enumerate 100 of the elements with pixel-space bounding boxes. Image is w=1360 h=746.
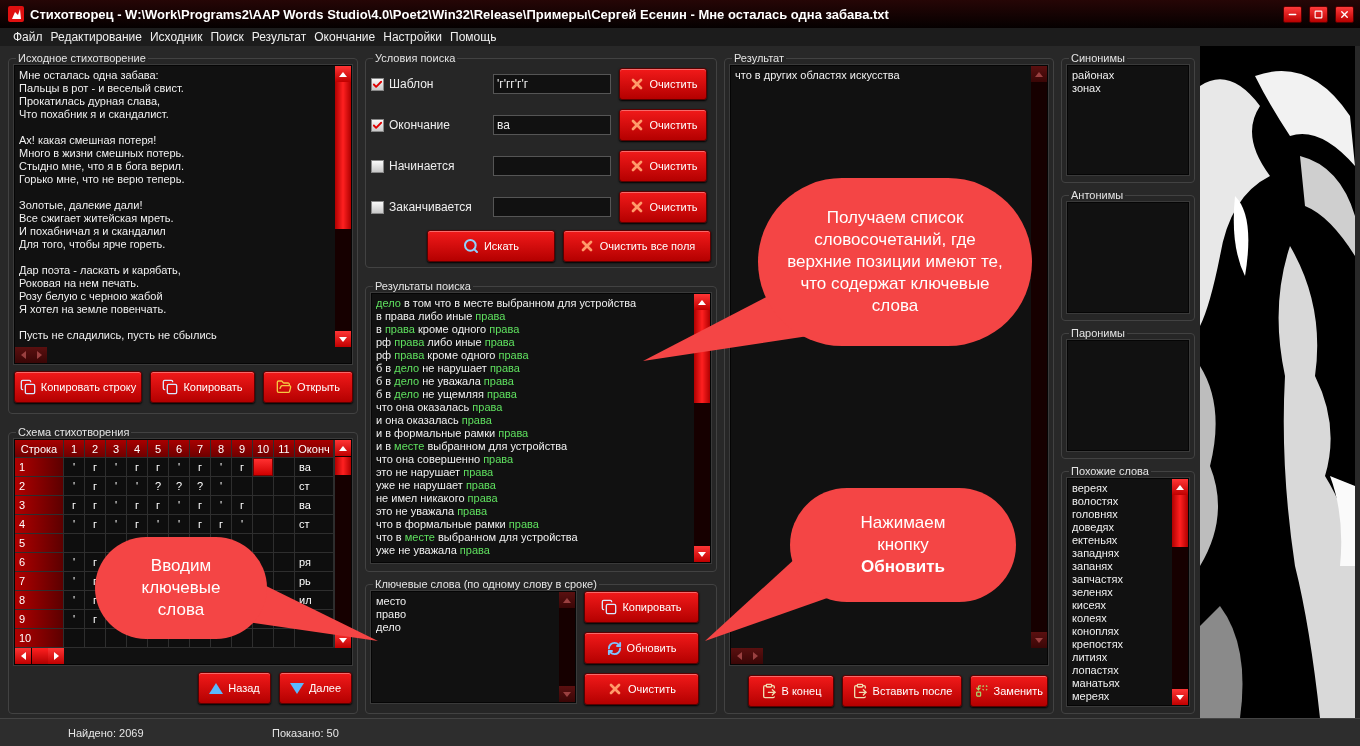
table-cell[interactable] [274, 477, 294, 495]
checkbox[interactable] [371, 200, 384, 214]
table-cell[interactable] [274, 553, 294, 571]
next-button[interactable]: Далее [279, 672, 352, 704]
table-cell[interactable]: ' [127, 477, 147, 495]
scroll-down-button[interactable] [559, 686, 575, 702]
result-line[interactable]: в права либо иные права [376, 310, 506, 323]
word-item[interactable]: зонах [1072, 82, 1101, 95]
replace-button[interactable]: Заменить [970, 675, 1048, 707]
table-cell[interactable]: ва [295, 458, 333, 476]
text-field[interactable] [493, 156, 611, 176]
maximize-button[interactable] [1309, 5, 1328, 23]
checkbox[interactable] [371, 159, 384, 173]
table-cell[interactable]: ' [64, 458, 84, 476]
table-cell[interactable]: ' [106, 515, 126, 533]
row-header[interactable]: 2 [15, 477, 63, 495]
table-cell[interactable]: г [85, 477, 105, 495]
table-cell[interactable]: г [85, 458, 105, 476]
scroll-up-button[interactable] [694, 294, 710, 310]
row-header[interactable]: 9 [15, 610, 63, 628]
table-cell[interactable] [64, 629, 84, 647]
menu-item[interactable]: Файл [9, 30, 47, 44]
minimize-button[interactable] [1283, 5, 1302, 23]
table-cell[interactable]: г [190, 515, 210, 533]
table-cell[interactable] [253, 534, 273, 552]
scroll-thumb[interactable] [32, 648, 48, 664]
refresh-button[interactable]: Обновить [584, 632, 699, 664]
scroll-left-button[interactable] [15, 648, 31, 664]
scroll-down-button[interactable] [1031, 632, 1047, 648]
result-line[interactable]: и она оказалась права [376, 414, 492, 427]
scroll-up-button[interactable] [335, 440, 351, 456]
result-line[interactable]: и в месте выбранном для устройства [376, 440, 568, 453]
table-cell[interactable]: ' [64, 610, 84, 628]
row-header[interactable]: 3 [15, 496, 63, 514]
word-item[interactable]: лопастях [1072, 664, 1119, 677]
checkbox[interactable] [371, 118, 384, 132]
table-cell[interactable]: ' [64, 553, 84, 571]
scroll-down-button[interactable] [694, 546, 710, 562]
scroll-up-button[interactable] [1031, 66, 1047, 82]
scroll-down-button[interactable] [335, 331, 351, 347]
table-cell[interactable]: ' [106, 477, 126, 495]
table-cell[interactable]: ' [211, 477, 231, 495]
scroll-thumb[interactable] [335, 457, 351, 475]
result-line[interactable]: уже не нарушает права [376, 479, 496, 492]
scrollbar[interactable] [15, 347, 47, 363]
result-line[interactable]: не имел никакого права [376, 492, 498, 505]
table-cell[interactable]: ст [295, 515, 333, 533]
clear-button[interactable]: Очистить [619, 150, 707, 182]
table-cell[interactable]: ' [106, 458, 126, 476]
column-header[interactable]: Строка [15, 440, 63, 457]
table-cell[interactable]: ст [295, 477, 333, 495]
table-cell[interactable]: г [148, 458, 168, 476]
search-button[interactable]: Искать [427, 230, 555, 262]
table-cell[interactable]: г [148, 496, 168, 514]
table-cell[interactable]: ва [295, 496, 333, 514]
scroll-thumb[interactable] [1172, 495, 1188, 547]
column-header[interactable]: 7 [190, 440, 210, 457]
word-item[interactable]: мереях [1072, 690, 1110, 703]
menu-item[interactable]: Исходник [145, 30, 207, 44]
word-item[interactable]: колеях [1072, 612, 1107, 625]
result-line[interactable]: б в дело не ущемляя права [376, 388, 517, 401]
clear-button[interactable]: Очистить [619, 68, 707, 100]
word-item[interactable]: запанях [1072, 560, 1113, 573]
result-line[interactable]: это не уважала права [376, 505, 488, 518]
column-header[interactable]: 8 [211, 440, 231, 457]
scrollbar[interactable] [335, 66, 351, 347]
result-line[interactable]: что в месте выбранном для устройства [376, 531, 578, 544]
result-line[interactable]: рф права кроме одного права [376, 349, 529, 362]
table-cell[interactable] [274, 534, 294, 552]
table-cell[interactable]: ? [190, 477, 210, 495]
copy-button[interactable]: Копировать [150, 371, 255, 403]
word-item[interactable]: зеленях [1072, 586, 1113, 599]
table-cell[interactable]: г [127, 496, 147, 514]
word-item[interactable]: запчастях [1072, 573, 1123, 586]
text-field[interactable]: ва [493, 115, 611, 135]
column-header[interactable]: 6 [169, 440, 189, 457]
table-cell[interactable]: г [190, 458, 210, 476]
table-cell[interactable] [274, 458, 294, 476]
table-cell[interactable] [85, 534, 105, 552]
scroll-left-button[interactable] [731, 648, 747, 664]
poem-text-area[interactable] [14, 65, 352, 364]
clear-all-button[interactable]: Очистить все поля [563, 230, 711, 262]
column-header[interactable]: 4 [127, 440, 147, 457]
table-cell[interactable]: ' [148, 515, 168, 533]
copy-button[interactable]: Копировать [584, 591, 699, 623]
scroll-right-button[interactable] [48, 648, 64, 664]
menu-item[interactable]: Окончание [310, 30, 380, 44]
table-cell[interactable] [274, 515, 294, 533]
table-cell[interactable]: ' [169, 515, 189, 533]
result-line[interactable]: это не нарушает права [376, 466, 494, 479]
table-cell[interactable]: ' [64, 572, 84, 590]
clear-button[interactable]: Очистить [584, 673, 699, 705]
row-header[interactable]: 4 [15, 515, 63, 533]
table-cell[interactable] [232, 477, 252, 495]
row-header[interactable]: 10 [15, 629, 63, 647]
word-item[interactable]: районах [1072, 69, 1115, 82]
menu-item[interactable]: Редактирование [46, 30, 146, 44]
word-item[interactable]: ектеньях [1072, 534, 1118, 547]
word-item[interactable]: коноплях [1072, 625, 1120, 638]
row-header[interactable]: 5 [15, 534, 63, 552]
